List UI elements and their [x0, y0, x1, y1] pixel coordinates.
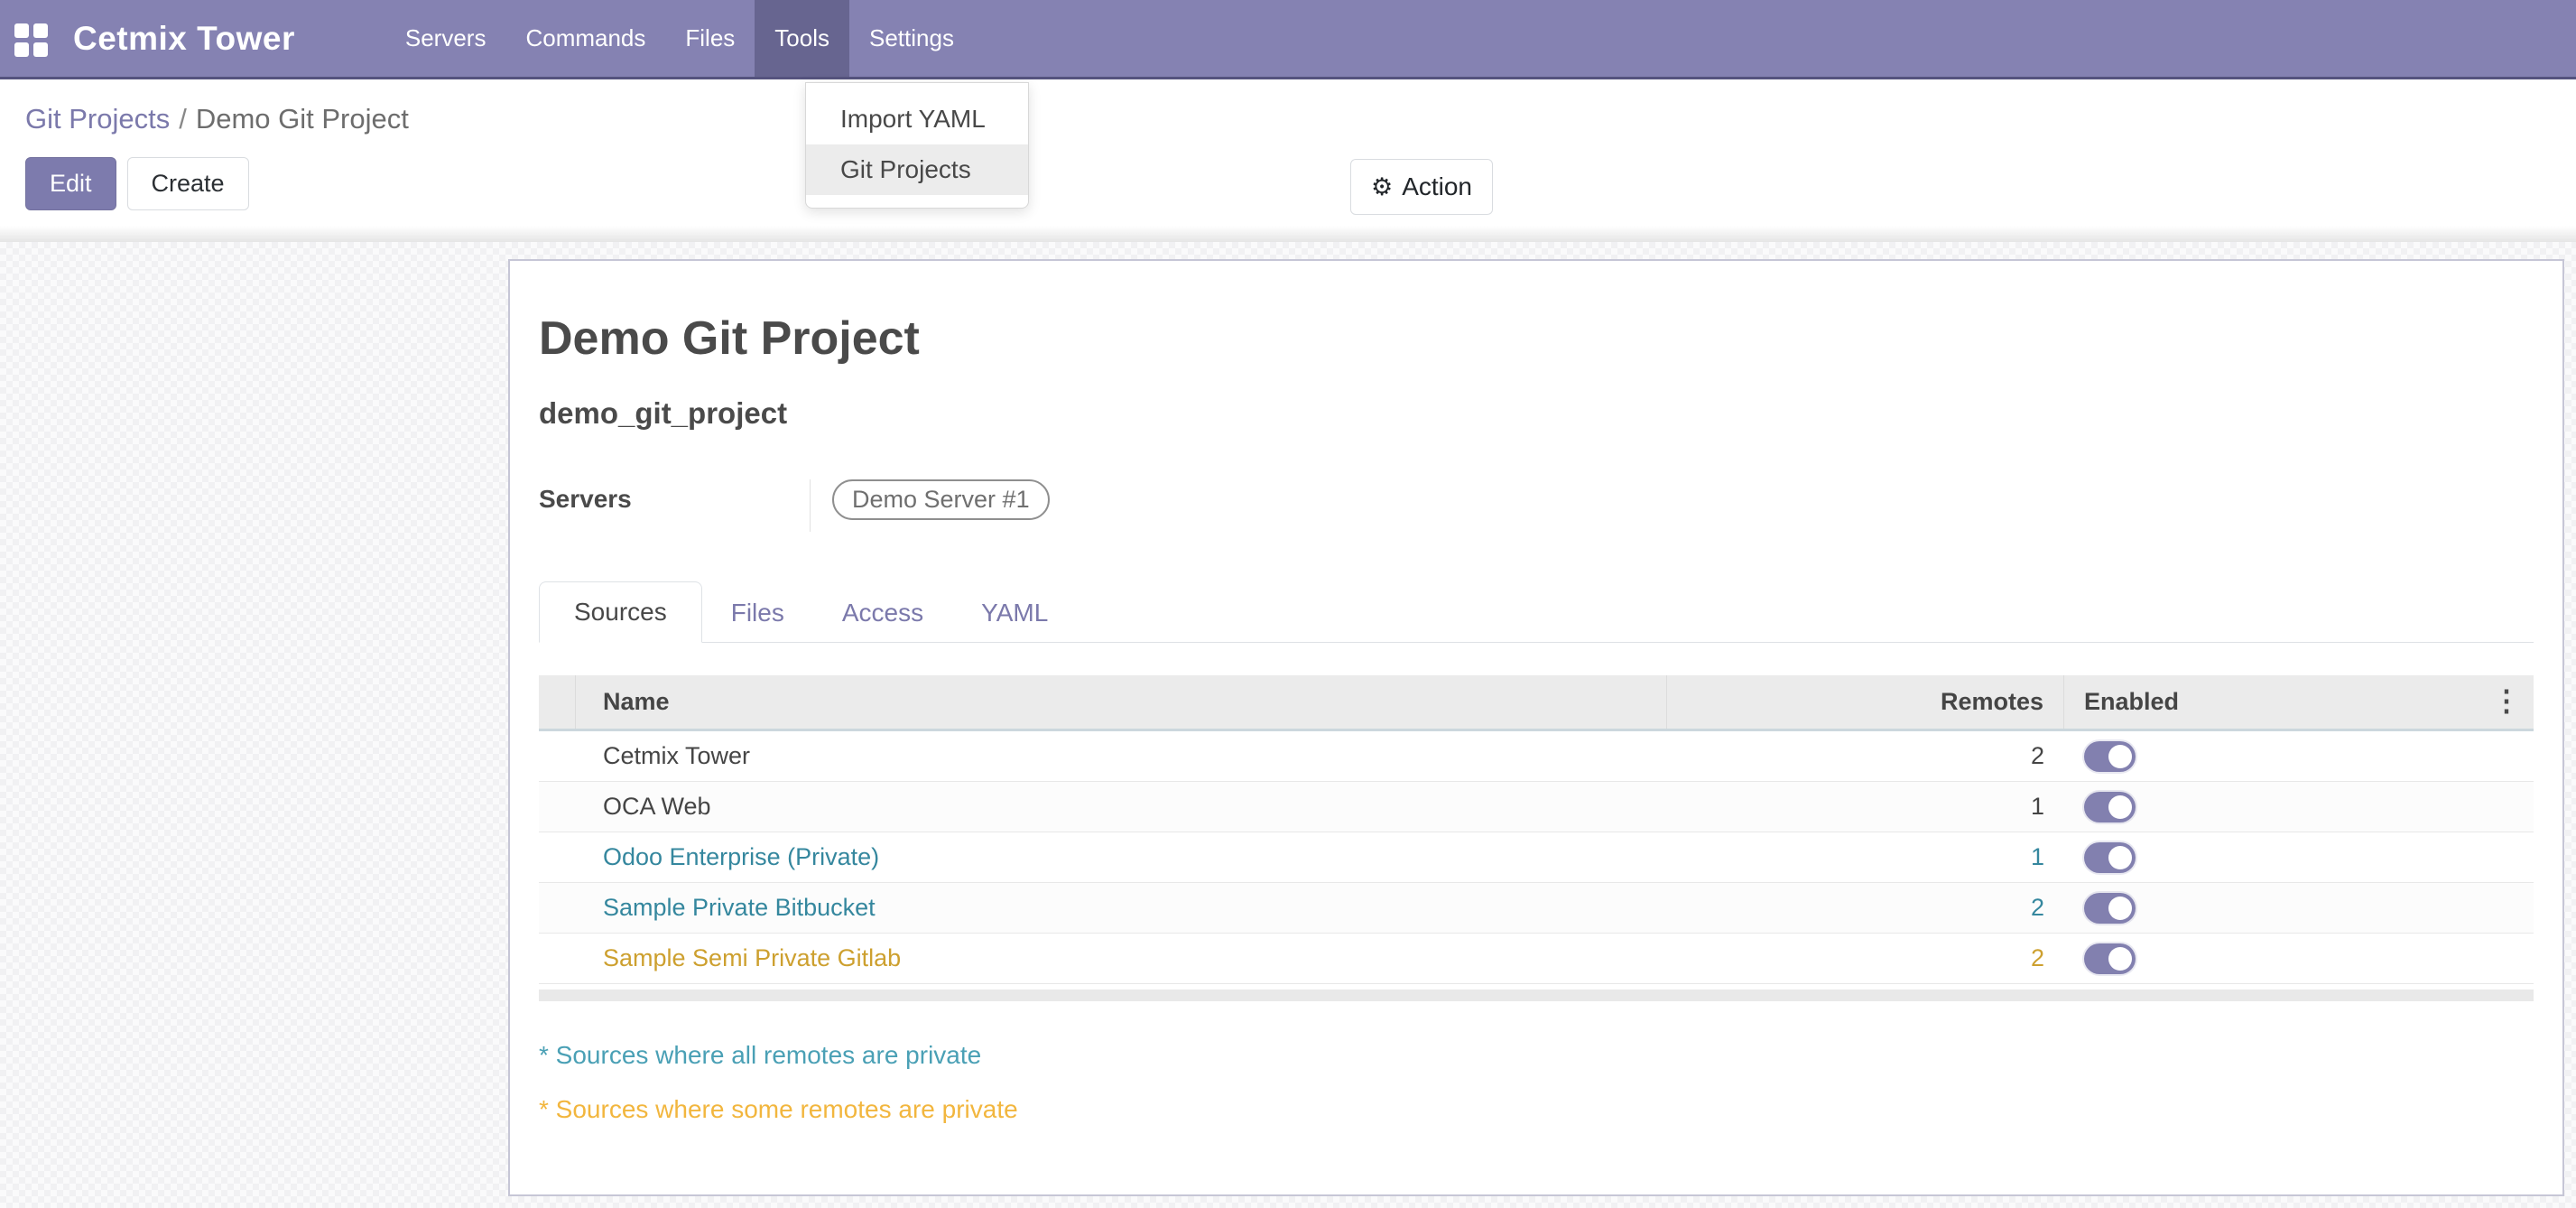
- tab-sources[interactable]: Sources: [539, 581, 702, 643]
- column-header-enabled-label: Enabled: [2084, 688, 2179, 716]
- button-row: Edit Create: [25, 157, 2576, 210]
- enabled-cell: [2064, 893, 2534, 924]
- row-name-link[interactable]: Odoo Enterprise (Private): [576, 843, 1667, 871]
- servers-field: Servers Demo Server #1: [539, 479, 2534, 532]
- row-name-link[interactable]: OCA Web: [576, 793, 1667, 821]
- column-header-remotes[interactable]: Remotes: [1667, 675, 2064, 729]
- table-row[interactable]: Sample Private Bitbucket 2: [539, 883, 2534, 934]
- edit-button[interactable]: Edit: [25, 157, 116, 210]
- row-name-link[interactable]: Sample Private Bitbucket: [576, 894, 1667, 922]
- row-name-link[interactable]: Sample Semi Private Gitlab: [576, 944, 1667, 972]
- servers-field-label: Servers: [539, 479, 810, 532]
- remotes-count: 1: [1667, 843, 2064, 871]
- tab-access[interactable]: Access: [813, 583, 952, 643]
- control-panel: Git Projects/Demo Git Project Edit Creat…: [0, 79, 2576, 242]
- nav-item-servers[interactable]: Servers: [385, 0, 506, 77]
- kebab-menu-icon[interactable]: ⋮: [2492, 686, 2521, 715]
- remotes-count: 2: [1667, 742, 2064, 770]
- enabled-toggle[interactable]: [2084, 741, 2136, 772]
- remotes-count: 2: [1667, 894, 2064, 922]
- action-button[interactable]: ⚙ Action: [1350, 159, 1493, 215]
- sources-table: Name Remotes Enabled ⋮ Cetmix Tower 2 OC…: [539, 675, 2534, 1001]
- select-all-column[interactable]: [539, 675, 576, 729]
- enabled-toggle[interactable]: [2084, 842, 2136, 873]
- record-card: Demo Git Project demo_git_project Server…: [508, 259, 2564, 1196]
- breadcrumb: Git Projects/Demo Git Project: [0, 79, 2576, 135]
- legend-note-some-private: * Sources where some remotes are private: [539, 1095, 2534, 1124]
- notebook-tabs: Sources Files Access YAML: [539, 581, 2534, 643]
- main-menu: Servers Commands Files Tools Settings: [385, 0, 974, 77]
- column-header-enabled[interactable]: Enabled ⋮: [2064, 675, 2534, 729]
- servers-field-value: Demo Server #1: [810, 479, 1050, 532]
- column-header-name[interactable]: Name: [576, 675, 1667, 729]
- main-content-area: Demo Git Project demo_git_project Server…: [0, 242, 2576, 1208]
- enabled-toggle[interactable]: [2084, 943, 2136, 974]
- menu-item-import-yaml[interactable]: Import YAML: [806, 94, 1028, 144]
- remotes-count: 2: [1667, 944, 2064, 972]
- breadcrumb-link-git-projects[interactable]: Git Projects: [25, 103, 170, 135]
- gear-icon: ⚙: [1371, 173, 1393, 201]
- enabled-toggle[interactable]: [2084, 893, 2136, 924]
- panel-bottom-shadow: [0, 226, 2576, 242]
- create-button[interactable]: Create: [127, 157, 249, 210]
- remotes-count: 1: [1667, 793, 2064, 821]
- apps-grid-icon[interactable]: [14, 23, 48, 57]
- enabled-cell: [2064, 741, 2534, 772]
- nav-item-settings[interactable]: Settings: [849, 0, 974, 77]
- table-header: Name Remotes Enabled ⋮: [539, 675, 2534, 731]
- record-reference: demo_git_project: [539, 396, 2534, 431]
- breadcrumb-current: Demo Git Project: [196, 103, 409, 135]
- tab-yaml[interactable]: YAML: [952, 583, 1077, 643]
- nav-item-files[interactable]: Files: [665, 0, 755, 77]
- tools-dropdown-menu: Import YAML Git Projects: [805, 82, 1029, 209]
- page-title: Demo Git Project: [539, 311, 2534, 366]
- enabled-toggle[interactable]: [2084, 792, 2136, 822]
- action-button-label: Action: [1402, 172, 1472, 201]
- row-name-link[interactable]: Cetmix Tower: [576, 742, 1667, 770]
- tab-files[interactable]: Files: [702, 583, 813, 643]
- table-row[interactable]: Cetmix Tower 2: [539, 731, 2534, 782]
- server-tag[interactable]: Demo Server #1: [832, 479, 1050, 520]
- breadcrumb-separator: /: [170, 103, 196, 135]
- table-scrollbar[interactable]: [539, 990, 2534, 1001]
- enabled-cell: [2064, 792, 2534, 822]
- top-navbar: Cetmix Tower Servers Commands Files Tool…: [0, 0, 2576, 79]
- brand-title[interactable]: Cetmix Tower: [73, 0, 295, 77]
- nav-item-tools[interactable]: Tools: [755, 0, 849, 77]
- table-row[interactable]: OCA Web 1: [539, 782, 2534, 832]
- nav-item-commands[interactable]: Commands: [505, 0, 665, 77]
- enabled-cell: [2064, 943, 2534, 974]
- legend-note-all-private: * Sources where all remotes are private: [539, 1041, 2534, 1070]
- menu-item-git-projects[interactable]: Git Projects: [806, 144, 1028, 195]
- table-row[interactable]: Odoo Enterprise (Private) 1: [539, 832, 2534, 883]
- enabled-cell: [2064, 842, 2534, 873]
- table-row[interactable]: Sample Semi Private Gitlab 2: [539, 934, 2534, 984]
